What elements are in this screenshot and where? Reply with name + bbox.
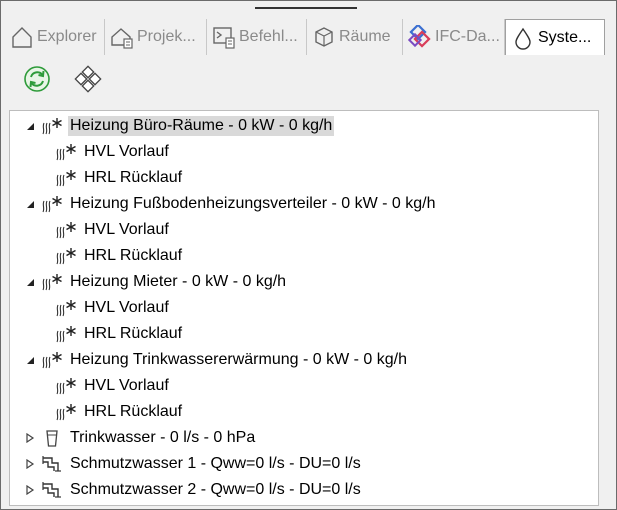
collapse-arrow-icon[interactable] <box>22 352 38 368</box>
tree-node-label: Heizung Mieter - 0 kW - 0 kg/h <box>70 273 287 290</box>
expand-arrow-icon[interactable] <box>22 482 38 498</box>
tree-node-label: Schmutzwasser 2 - Qww=0 l/s - DU=0 l/s <box>70 481 361 498</box>
tab-systeme[interactable]: Syste... <box>505 19 605 55</box>
tree-node-circuit[interactable]: HVL Vorlauf <box>54 140 171 164</box>
heating-icon <box>40 349 64 371</box>
tree-node-circuit[interactable]: HRL Rücklauf <box>54 166 184 190</box>
heating-icon <box>54 219 78 241</box>
tree-node-system[interactable]: Schmutzwasser 1 - Qww=0 l/s - DU=0 l/s <box>22 452 363 476</box>
glass-icon <box>40 427 64 449</box>
tree-node-system[interactable]: Heizung Fußbodenheizungsverteiler - 0 kW… <box>22 192 438 216</box>
heating-icon <box>54 375 78 397</box>
heating-icon <box>54 167 78 189</box>
project-house-icon <box>109 24 135 50</box>
heating-icon <box>54 401 78 423</box>
tab-label: Syste... <box>538 28 592 46</box>
drop-icon <box>510 25 536 51</box>
tree-node-label: HVL Vorlauf <box>84 299 169 316</box>
tree-node-circuit[interactable]: HVL Vorlauf <box>54 218 171 242</box>
drag-handle[interactable] <box>255 7 357 9</box>
tree-node-label: HRL Rücklauf <box>84 325 183 342</box>
tree-node-circuit[interactable]: HRL Rücklauf <box>54 244 184 268</box>
tab-label: Räume <box>339 28 391 45</box>
tree-node-label: Heizung Trinkwassererwärmung - 0 kW - 0 … <box>70 351 407 368</box>
tab-raeume[interactable]: Räume <box>307 19 403 55</box>
heating-icon <box>54 141 78 163</box>
tab-projekt[interactable]: Projek... <box>105 19 207 55</box>
tab-explorer[interactable]: Explorer <box>5 19 105 55</box>
tree-node-label: HRL Rücklauf <box>84 247 183 264</box>
expand-arrow-icon[interactable] <box>22 456 38 472</box>
house-icon <box>9 24 35 50</box>
tab-bar: Explorer Projek... Befehl... Räume IFC-D… <box>5 19 611 55</box>
ifc-logo-icon <box>407 24 433 50</box>
expand-arrow-icon[interactable] <box>22 430 38 446</box>
tree-node-system[interactable]: Heizung Büro-Räume - 0 kW - 0 kg/h <box>22 114 335 138</box>
tree-node-system[interactable]: Heizung Trinkwassererwärmung - 0 kW - 0 … <box>22 348 409 372</box>
tree-node-label: HVL Vorlauf <box>84 377 169 394</box>
collapse-arrow-icon[interactable] <box>22 196 38 212</box>
heating-icon <box>54 297 78 319</box>
collapse-arrow-icon[interactable] <box>22 274 38 290</box>
tree-node-label: Trinkwasser - 0 l/s - 0 hPa <box>70 429 256 446</box>
heating-icon <box>40 115 64 137</box>
tree-node-label: HRL Rücklauf <box>84 169 183 186</box>
tree-node-circuit[interactable]: HRL Rücklauf <box>54 400 184 424</box>
tab-label: IFC-Da... <box>435 28 500 45</box>
system-panel: Explorer Projek... Befehl... Räume IFC-D… <box>0 0 617 510</box>
system-tree: Heizung Büro-Räume - 0 kW - 0 kg/h HVL Vo… <box>9 110 599 506</box>
command-console-icon <box>211 24 237 50</box>
refresh-icon <box>24 66 50 92</box>
tree-node-label: HVL Vorlauf <box>84 221 169 238</box>
tab-ifc-daten[interactable]: IFC-Da... <box>403 19 505 55</box>
tree-node-system[interactable]: Trinkwasser - 0 l/s - 0 hPa <box>22 426 257 450</box>
wastewater-icon <box>40 453 64 475</box>
heating-icon <box>54 323 78 345</box>
diamond-grid-icon <box>74 65 102 93</box>
heating-icon <box>54 245 78 267</box>
tree-node-label: Schmutzwasser 1 - Qww=0 l/s - DU=0 l/s <box>70 455 361 472</box>
room-cube-icon <box>311 24 337 50</box>
tree-node-label: Heizung Fußbodenheizungsverteiler - 0 kW… <box>70 195 436 212</box>
tab-label: Befehl... <box>239 28 298 45</box>
wastewater-icon <box>40 479 64 501</box>
tree-node-label: HVL Vorlauf <box>84 143 169 160</box>
toolbar <box>9 57 609 103</box>
collapse-arrow-icon[interactable] <box>22 118 38 134</box>
tree-node-circuit[interactable]: HVL Vorlauf <box>54 374 171 398</box>
tree-node-system[interactable]: Heizung Mieter - 0 kW - 0 kg/h <box>22 270 288 294</box>
heating-icon <box>40 271 64 293</box>
refresh-button[interactable] <box>17 59 57 99</box>
tab-befehle[interactable]: Befehl... <box>207 19 307 55</box>
tree-node-circuit[interactable]: HVL Vorlauf <box>54 296 171 320</box>
tree-node-system[interactable]: Schmutzwasser 2 - Qww=0 l/s - DU=0 l/s <box>22 478 363 502</box>
tree-node-circuit[interactable]: HRL Rücklauf <box>54 322 184 346</box>
heating-icon <box>40 193 64 215</box>
tree-node-label: HRL Rücklauf <box>84 403 183 420</box>
tab-label: Explorer <box>37 28 97 45</box>
tree-node-label: Heizung Büro-Räume - 0 kW - 0 kg/h <box>68 116 335 136</box>
tab-label: Projek... <box>137 28 196 45</box>
layout-button[interactable] <box>68 59 108 99</box>
